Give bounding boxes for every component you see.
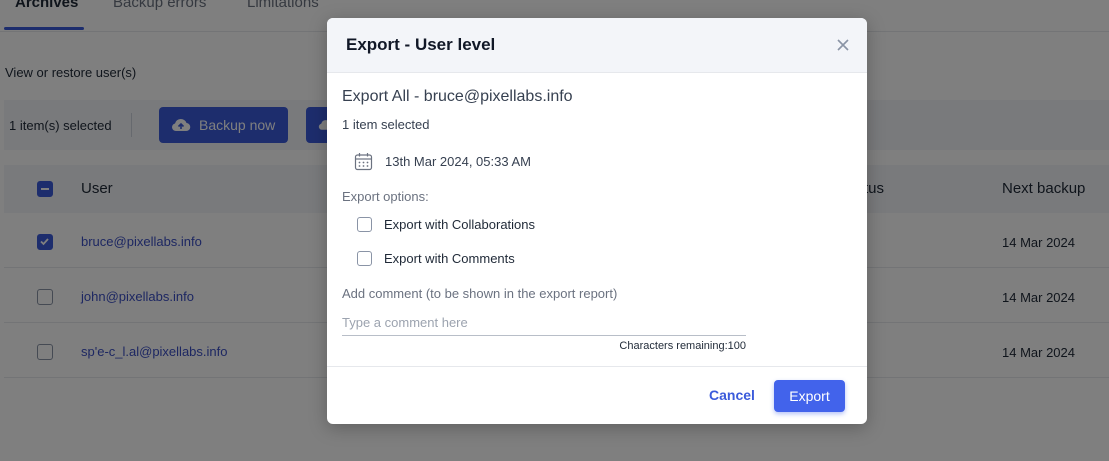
comment-input[interactable] <box>342 310 746 336</box>
comments-checkbox[interactable] <box>357 251 372 266</box>
cancel-button[interactable]: Cancel <box>702 379 762 411</box>
modal-header: Export - User level <box>327 18 867 73</box>
comment-label: Add comment (to be shown in the export r… <box>342 286 618 301</box>
export-options-label: Export options: <box>342 189 429 204</box>
option-collaborations[interactable]: Export with Collaborations <box>357 217 535 232</box>
option-comments[interactable]: Export with Comments <box>357 251 515 266</box>
export-date-row: 13th Mar 2024, 05:33 AM <box>354 150 531 172</box>
modal-footer: Cancel Export <box>327 366 867 424</box>
export-button[interactable]: Export <box>774 380 845 412</box>
collaborations-checkbox[interactable] <box>357 217 372 232</box>
modal-title: Export - User level <box>346 35 496 54</box>
page: Archives Backup errors Limitations View … <box>0 0 1109 461</box>
calendar-icon <box>354 152 373 170</box>
option-label: Export with Collaborations <box>384 217 536 232</box>
items-selected-text: 1 item selected <box>342 117 430 132</box>
export-heading: Export All - bruce@pixellabs.info <box>342 88 573 105</box>
export-date: 13th Mar 2024, 05:33 AM <box>385 153 531 169</box>
characters-remaining: Characters remaining:100 <box>619 340 746 352</box>
export-modal: Export - User level Export All - bruce@p… <box>327 18 867 424</box>
close-icon[interactable] <box>834 36 852 54</box>
option-label: Export with Comments <box>384 251 515 266</box>
